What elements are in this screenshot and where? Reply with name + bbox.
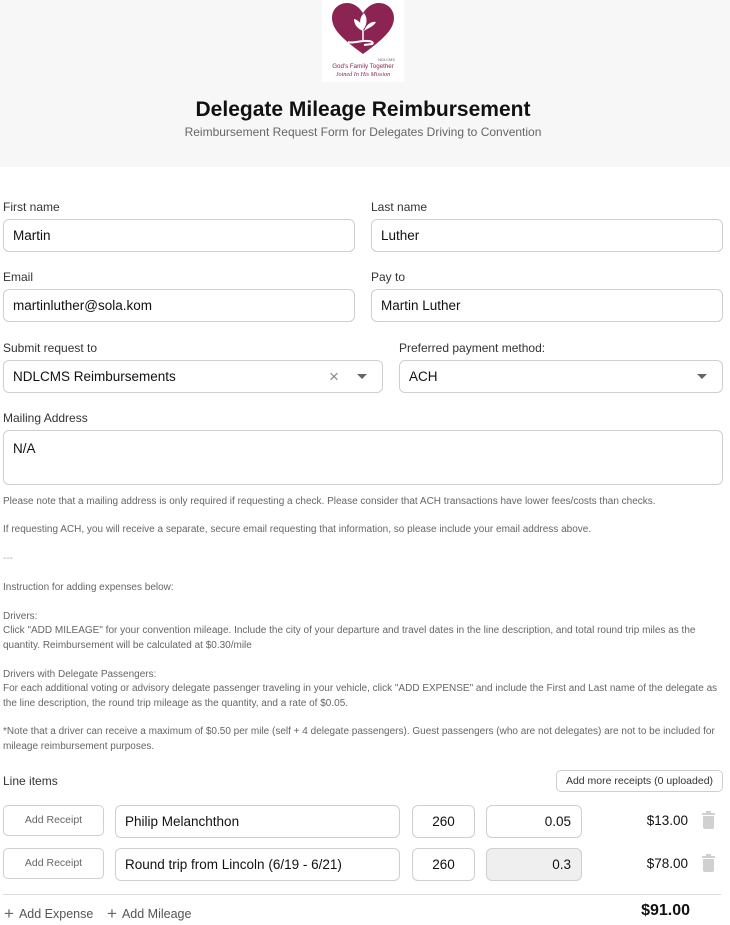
submit-to-select[interactable]: NDLCMS Reimbursements [3,360,383,393]
line-rate-field[interactable]: 0.05 [486,805,582,838]
svg-text:NDLCMS: NDLCMS [378,57,395,62]
plus-icon: + [107,904,117,923]
last-name-field[interactable]: Luther [371,219,723,252]
logo-text-line2: Joined In His Mission [336,71,390,78]
logo-text-line1: God's Family Together [332,63,394,70]
organization-logo: NDLCMS God's Family Together Joined In H… [322,0,404,82]
trash-icon[interactable] [702,811,715,829]
first-name-field[interactable]: Martin [3,219,355,252]
line-description-field[interactable]: Round trip from Lincoln (6/19 - 6/21) [115,848,400,881]
passengers-text: For each additional voting or advisory d… [3,683,718,709]
add-receipt-button[interactable]: Add Receipt [3,805,104,836]
line-quantity-field[interactable]: 260 [412,805,475,838]
payment-method-select[interactable]: ACH [399,360,723,393]
submit-to-label: Submit request to [3,341,98,355]
line-items-label: Line items [3,774,58,788]
line-quantity-field[interactable]: 260 [412,848,475,881]
ach-note: If requesting ACH, you will receive a se… [3,524,592,535]
pay-to-label: Pay to [371,270,406,284]
last-name-label: Last name [371,200,428,214]
payment-method-value: ACH [409,369,438,384]
add-receipts-button[interactable]: Add more receipts (0 uploaded) [556,770,723,792]
add-expense-label: Add Expense [18,907,94,921]
payment-method-label: Preferred payment method: [399,341,546,355]
line-amount: $13.00 [646,813,688,828]
mailing-note: Please note that a mailing address is on… [3,496,656,507]
chevron-down-icon[interactable] [357,374,367,379]
page-title: Delegate Mileage Reimbursement [195,98,531,121]
divider [3,894,721,895]
submit-to-value: NDLCMS Reimbursements [13,369,176,384]
add-expense-button[interactable]: + Add Expense [4,903,93,923]
page-subtitle: Reimbursement Request Form for Delegates… [184,125,542,139]
passengers-heading: Drivers with Delegate Passengers: [3,669,157,680]
email-label: Email [3,270,34,284]
chevron-down-icon[interactable] [697,374,707,379]
separator-text: --- [3,553,13,564]
drivers-text: Click "ADD MILEAGE" for your convention … [3,625,696,651]
page-header: NDLCMS God's Family Together Joined In H… [0,0,730,167]
trash-icon[interactable] [702,854,715,872]
mailing-address-label: Mailing Address [3,411,88,425]
email-field[interactable]: martinluther@sola.kom [3,289,355,322]
line-description-field[interactable]: Philip Melanchthon [115,805,400,838]
plus-icon: + [4,904,14,923]
drivers-heading: Drivers: [3,611,38,622]
mailing-address-field[interactable]: N/A [3,430,723,485]
line-rate-field: 0.3 [486,848,582,881]
instruction-heading: Instruction for adding expenses below: [3,582,174,593]
clear-icon[interactable]: × [329,368,339,385]
add-receipt-button[interactable]: Add Receipt [3,848,104,879]
pay-to-field[interactable]: Martin Luther [371,289,723,322]
max-note: *Note that a driver can receive a maximu… [3,726,715,752]
total-amount: $91.00 [641,902,690,919]
add-mileage-label: Add Mileage [121,907,192,921]
add-mileage-button[interactable]: + Add Mileage [107,903,191,923]
line-amount: $78.00 [646,856,688,871]
first-name-label: First name [3,200,60,214]
